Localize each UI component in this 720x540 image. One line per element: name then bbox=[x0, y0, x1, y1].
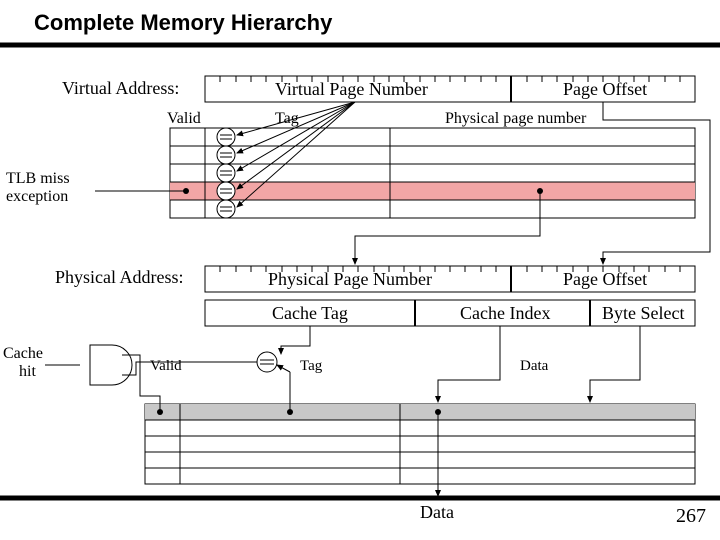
virtual-address-label: Virtual Address: bbox=[62, 78, 179, 98]
cache-tag-label: Tag bbox=[300, 358, 323, 374]
physical-address-label: Physical Address: bbox=[55, 267, 184, 287]
and-gate-icon bbox=[90, 345, 132, 385]
cache-hit-label-1: Cache bbox=[3, 345, 43, 362]
tlb-ppn-header: Physical page number bbox=[445, 110, 587, 127]
va-offset-label: Page Offset bbox=[563, 79, 647, 99]
page-number: 267 bbox=[676, 505, 706, 527]
cache-tag-header: Cache Tag bbox=[272, 303, 348, 323]
tlb-miss-label-2: exception bbox=[6, 188, 68, 205]
tlb-miss-label-1: TLB miss bbox=[6, 170, 70, 187]
pa-offset-label: Page Offset bbox=[563, 269, 647, 289]
tlb-table bbox=[170, 128, 695, 218]
tag-wire bbox=[281, 326, 310, 354]
cache-hit-label-2: hit bbox=[19, 363, 36, 380]
cmp-to-and bbox=[122, 362, 257, 375]
index-wire bbox=[438, 326, 500, 402]
bytesel-wire bbox=[590, 326, 640, 402]
cache-data-label: Data bbox=[520, 358, 549, 374]
cache-comparator bbox=[257, 352, 277, 372]
va-vpn-label: Virtual Page Number bbox=[275, 79, 428, 99]
cache-valid-header: Valid bbox=[150, 358, 182, 374]
tlb-valid-header: Valid bbox=[167, 110, 201, 127]
cache-table bbox=[145, 404, 695, 484]
tlb-comparators bbox=[217, 128, 235, 218]
cache-byte-select-header: Byte Select bbox=[602, 303, 684, 323]
page-title: Complete Memory Hierarchy bbox=[34, 10, 333, 35]
pa-ppn-label: Physical Page Number bbox=[268, 269, 432, 289]
data-out-label: Data bbox=[420, 502, 454, 522]
cache-index-header: Cache Index bbox=[460, 303, 550, 323]
